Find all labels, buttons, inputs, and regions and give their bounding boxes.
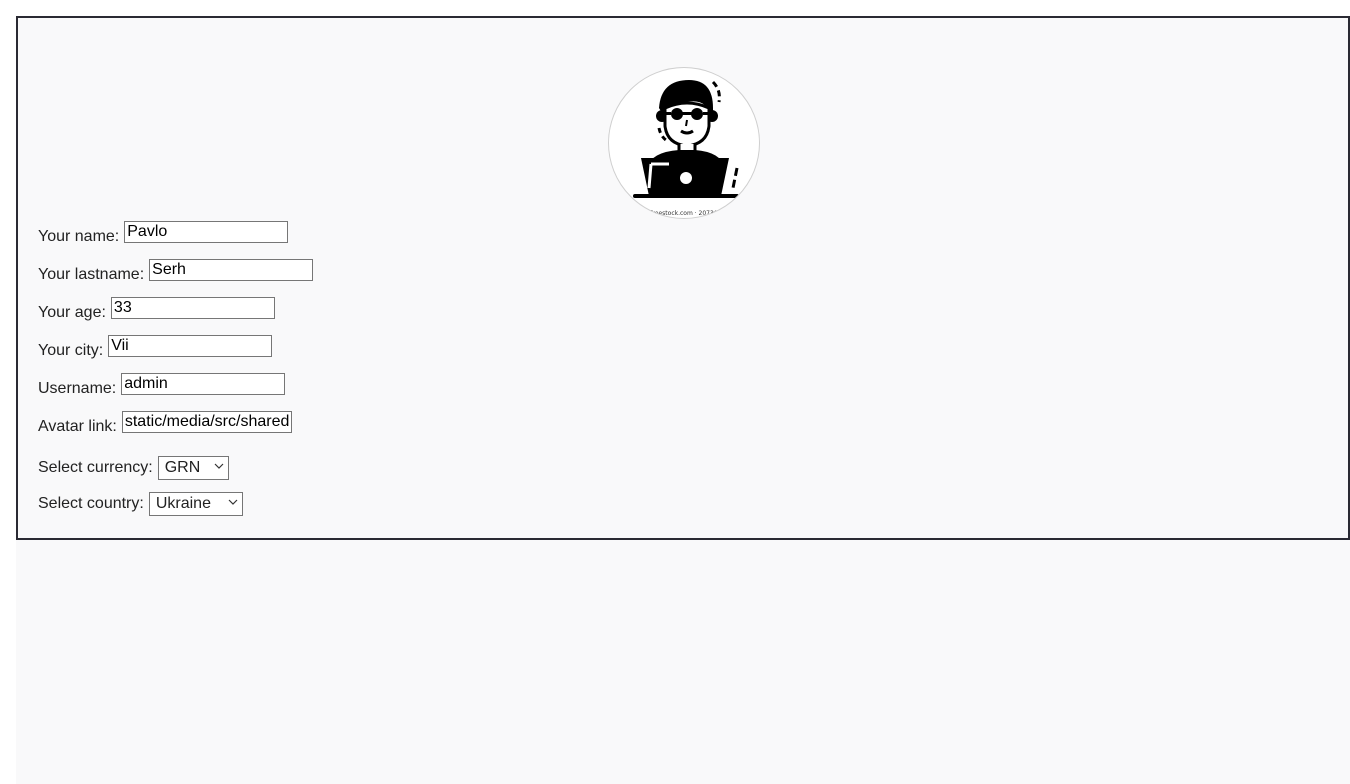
age-input[interactable] xyxy=(110,297,275,319)
avatar: freestock.com · 20736 xyxy=(608,67,760,219)
country-select[interactable]: Ukraine xyxy=(148,492,243,516)
currency-label: Select currency: xyxy=(38,459,153,476)
currency-selected-value: GRN xyxy=(164,459,201,476)
currency-select[interactable]: GRN xyxy=(157,456,229,480)
username-label: Username: xyxy=(38,380,117,397)
country-label: Select country: xyxy=(38,495,144,512)
name-input[interactable] xyxy=(124,221,289,243)
chevron-down-icon xyxy=(228,499,238,505)
name-label: Your name: xyxy=(38,228,120,245)
lastname-input[interactable] xyxy=(149,259,314,281)
avatar-caption: freestock.com · 20736 xyxy=(650,210,717,217)
lastname-row: Your lastname: xyxy=(38,259,314,284)
country-selected-value: Ukraine xyxy=(155,495,211,512)
avatar-link-label: Avatar link: xyxy=(38,418,117,435)
name-row: Your name: xyxy=(38,221,289,246)
avatar-link-row: Avatar link: xyxy=(38,411,292,436)
avatar-link-input[interactable] xyxy=(121,411,292,433)
age-label: Your age: xyxy=(38,304,106,321)
city-row: Your city: xyxy=(38,335,273,360)
city-input[interactable] xyxy=(108,335,273,357)
username-input[interactable] xyxy=(121,373,286,395)
user-laptop-icon: freestock.com · 20736 xyxy=(633,80,739,217)
chevron-down-icon xyxy=(214,463,224,469)
country-row: Select country: Ukraine xyxy=(38,492,243,516)
username-row: Username: xyxy=(38,373,286,398)
lastname-label: Your lastname: xyxy=(38,266,145,283)
city-label: Your city: xyxy=(38,342,104,359)
profile-form-panel: freestock.com · 20736 Your name: Your la… xyxy=(16,16,1350,540)
currency-row: Select currency: GRN xyxy=(38,456,229,480)
age-row: Your age: xyxy=(38,297,275,322)
